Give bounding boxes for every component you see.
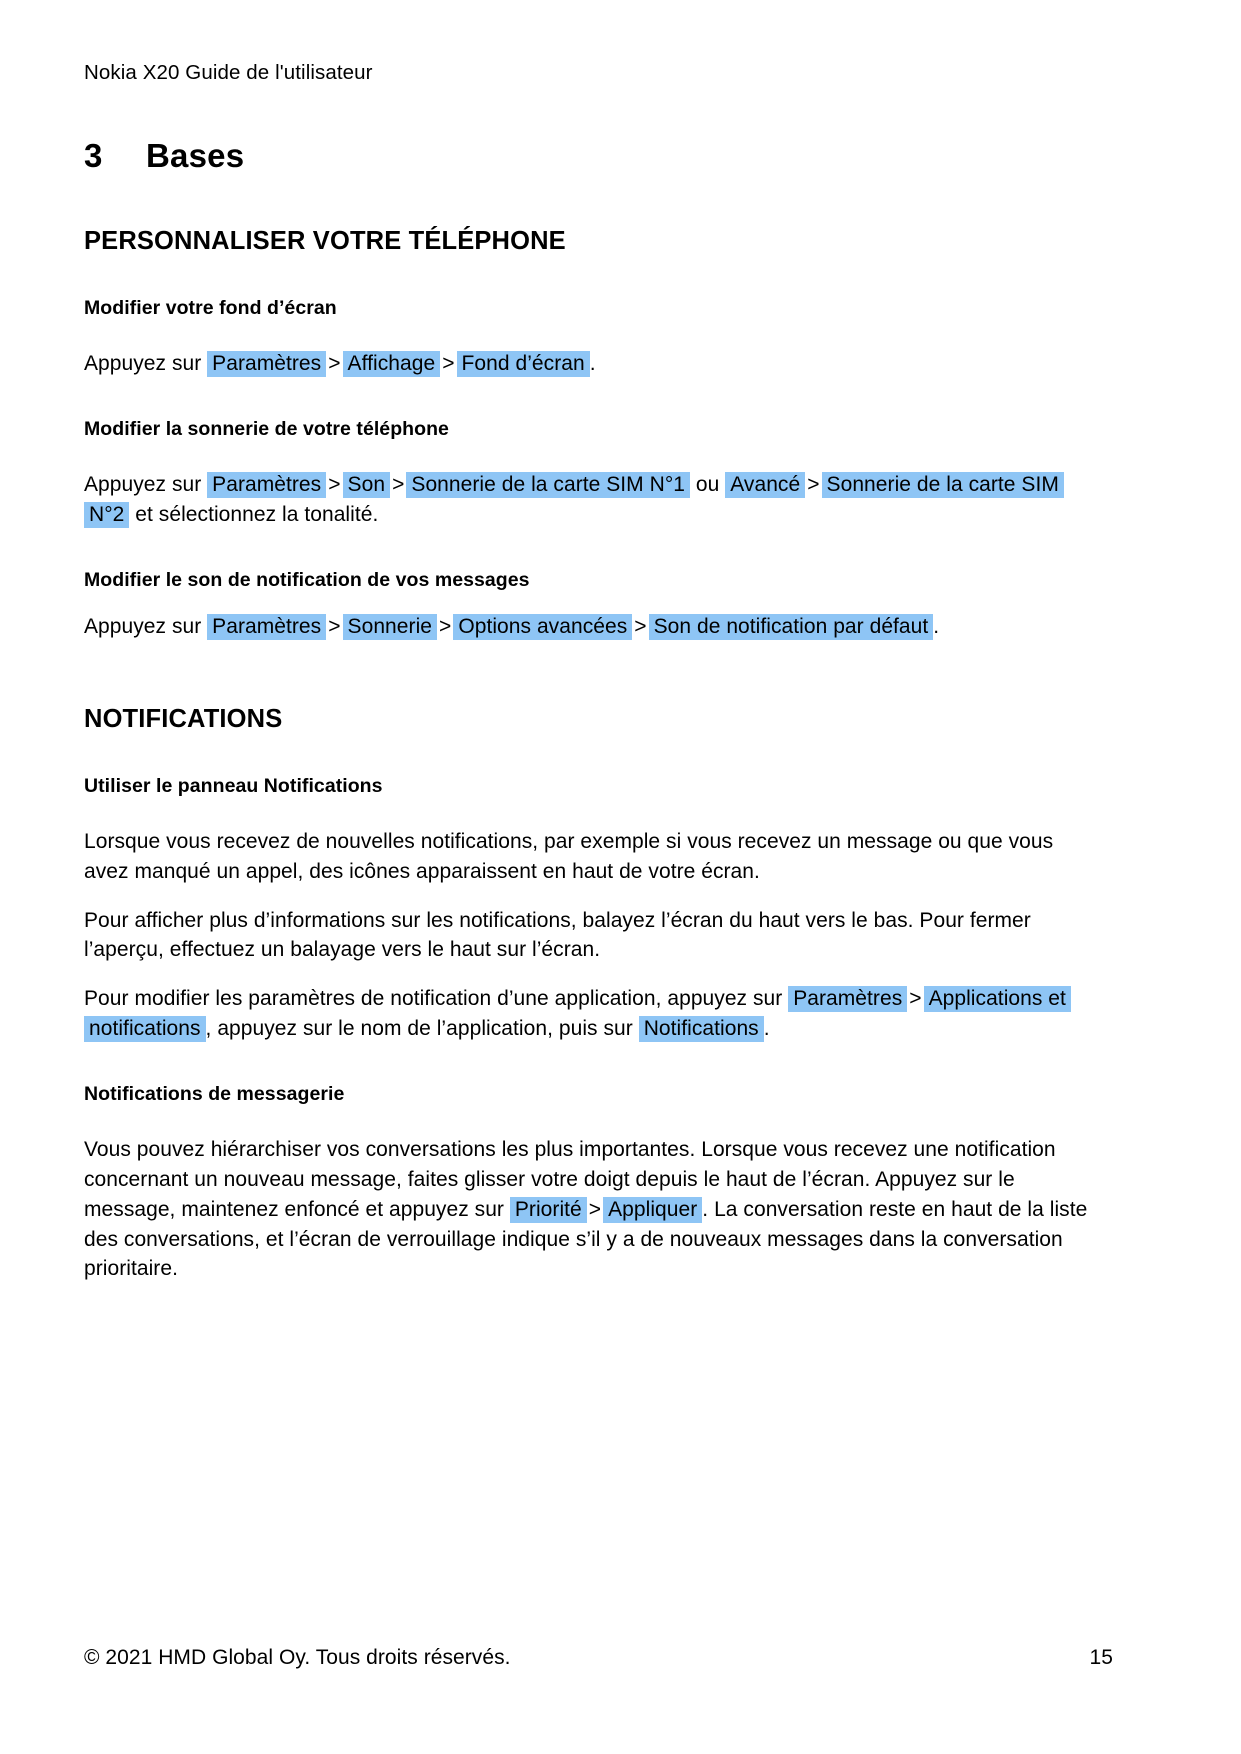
path-separator: > (439, 614, 452, 638)
instruction-sonnerie: Appuyez sur Paramètres > Son > Sonnerie de l… (84, 470, 1094, 530)
ui-chip-parametres[interactable]: Paramètres (207, 350, 327, 377)
subheading-sonnerie: Modifier la sonnerie de votre téléphone (84, 417, 449, 440)
section-heading-notifications: NOTIFICATIONS (84, 704, 283, 733)
subheading-son-notification: Modifier le son de notification de vos m… (84, 568, 530, 591)
instruction-lead: Appuyez sur (84, 351, 202, 375)
subheading-panneau-notifications: Utiliser le panneau Notifications (84, 774, 383, 797)
paragraph-text-part3: . (763, 1017, 770, 1041)
path-separator: > (588, 1197, 602, 1221)
instruction-trailing: et sélectionnez la tonalité. (135, 502, 379, 526)
path-separator: > (392, 473, 405, 497)
paragraph-modifier-parametres-application: Pour modifier les paramètres de notifica… (84, 984, 1094, 1044)
path-separator: > (634, 614, 647, 638)
paragraph-text-part2: , appuyez sur le nom de l’application, p… (205, 1017, 633, 1041)
paragraph-text-part1: Pour modifier les paramètres de notifica… (84, 987, 783, 1011)
subheading-notifications-messagerie: Notifications de messagerie (84, 1082, 345, 1105)
footer-copyright: © 2021 HMD Global Oy. Tous droits réserv… (84, 1646, 511, 1669)
ui-chip-fond-ecran[interactable]: Fond d’écran (456, 350, 590, 377)
ui-chip-sonnerie[interactable]: Sonnerie (342, 613, 438, 640)
page-footer: © 2021 HMD Global Oy. Tous droits réserv… (84, 1646, 1113, 1670)
instruction-lead: Appuyez sur (84, 614, 202, 638)
path-separator: > (328, 351, 341, 375)
chapter-number: 3 (84, 136, 103, 174)
ui-chip-notifications[interactable]: Notifications (638, 1016, 764, 1043)
ui-chip-parametres[interactable]: Paramètres (788, 986, 908, 1013)
chapter-name: Bases (146, 136, 245, 174)
ui-chip-parametres[interactable]: Paramètres (207, 613, 327, 640)
path-separator: > (442, 351, 455, 375)
instruction-trailing: . (589, 351, 596, 375)
instruction-conjunction: ou (695, 473, 720, 497)
running-header: Nokia X20 Guide de l'utilisateur (84, 61, 373, 84)
path-separator: > (328, 614, 341, 638)
ui-chip-son-notification-defaut[interactable]: Son de notification par défaut (648, 613, 934, 640)
path-separator: > (909, 987, 922, 1011)
paragraph-hierarchiser-conversations: Vous pouvez hiérarchiser vos conversatio… (84, 1135, 1094, 1284)
instruction-lead: Appuyez sur (84, 473, 202, 497)
footer-page-number: 15 (1089, 1646, 1113, 1669)
ui-chip-avance[interactable]: Avancé (725, 472, 806, 499)
chapter-title: 3 Bases (84, 137, 1113, 175)
subheading-fond-ecran: Modifier votre fond d’écran (84, 296, 337, 319)
instruction-fond-ecran: Appuyez sur Paramètres > Affichage > Fond d’… (84, 349, 1094, 379)
path-separator: > (328, 473, 341, 497)
instruction-son-notification: Appuyez sur Paramètres > Sonnerie > Options … (84, 612, 1094, 642)
instruction-trailing: . (933, 614, 940, 638)
paragraph-nouvelles-notifications: Lorsque vous recevez de nouvelles notifi… (84, 830, 1054, 883)
ui-chip-affichage[interactable]: Affichage (342, 350, 441, 377)
path-separator: > (807, 473, 820, 497)
ui-chip-sonnerie-sim1[interactable]: Sonnerie de la carte SIM N°1 (406, 472, 690, 499)
paragraph-afficher-informations: Pour afficher plus d’informations sur le… (84, 908, 1031, 962)
ui-chip-appliquer[interactable]: Appliquer (603, 1196, 703, 1223)
ui-chip-son[interactable]: Son (342, 472, 391, 499)
ui-chip-priorite[interactable]: Priorité (509, 1196, 587, 1223)
document-page: Nokia X20 Guide de l'utilisateur 3 Bases… (0, 0, 1241, 1754)
ui-chip-options-avancees[interactable]: Options avancées (453, 613, 633, 640)
section-heading-personnaliser: PERSONNALISER VOTRE TÉLÉPHONE (84, 226, 566, 255)
ui-chip-parametres[interactable]: Paramètres (207, 472, 327, 499)
